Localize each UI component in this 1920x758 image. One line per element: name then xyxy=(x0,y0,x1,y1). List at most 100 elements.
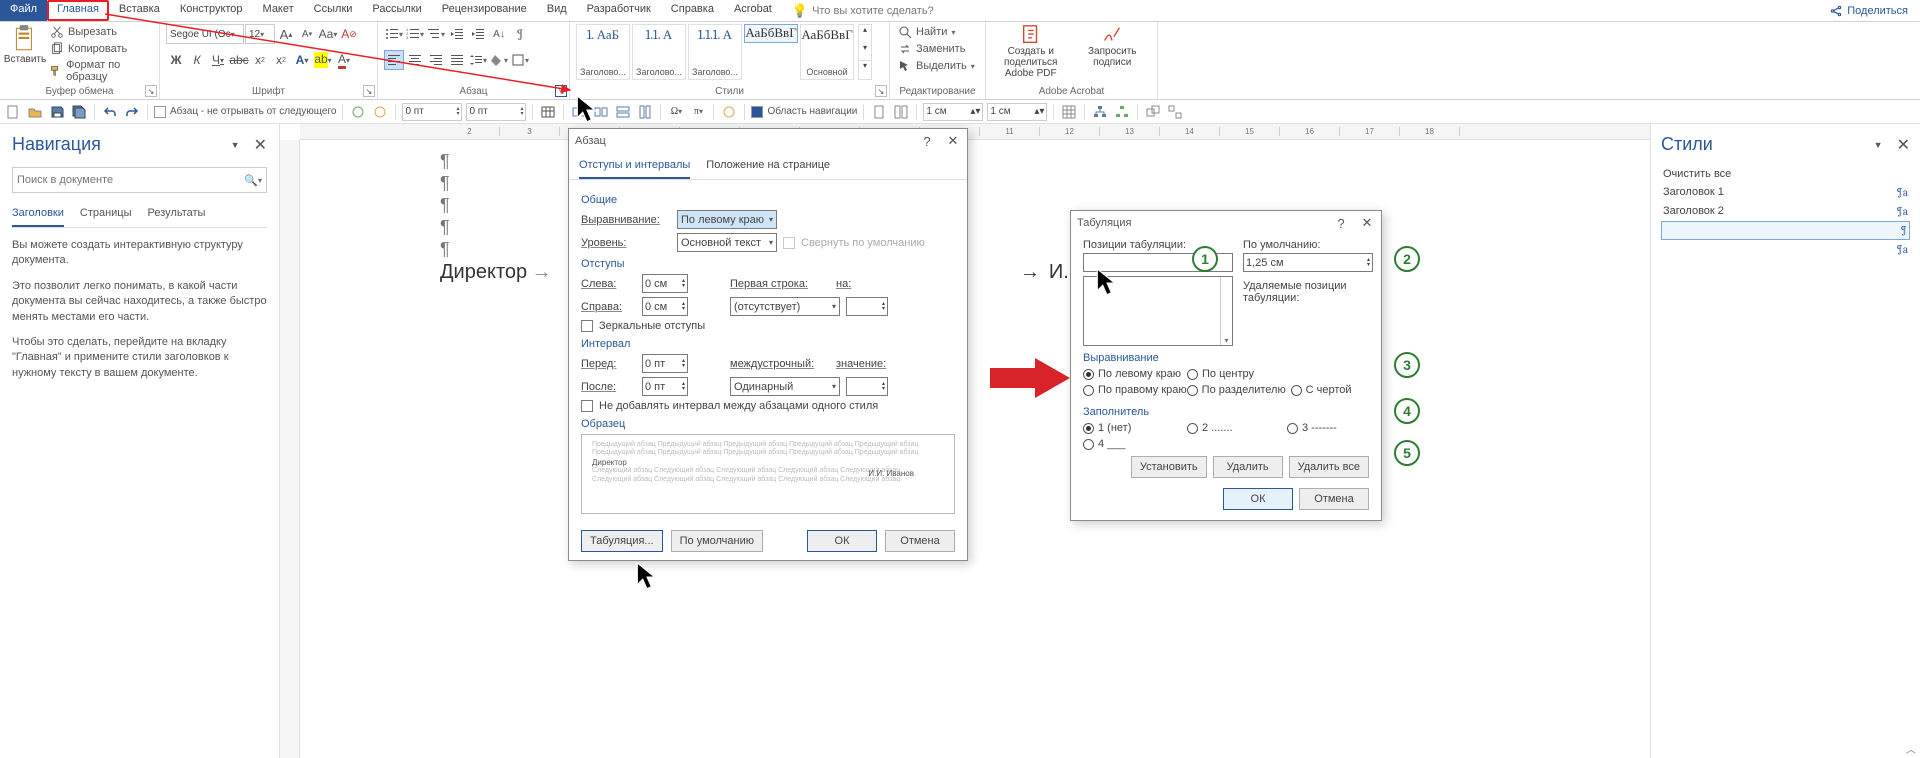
nav-close-icon[interactable]: ✕ xyxy=(254,135,267,155)
leader-1-radio[interactable]: 1 (нет) xyxy=(1083,422,1187,434)
search-icon[interactable]: 🔍 xyxy=(244,174,258,187)
list-scroll-icon[interactable]: ▾ xyxy=(1220,277,1232,345)
align-center-radio[interactable]: По центру xyxy=(1187,368,1287,380)
select-button[interactable]: Выделить▾ xyxy=(896,58,977,74)
table-icon[interactable] xyxy=(539,103,557,121)
nav-options-icon[interactable]: ▼ xyxy=(231,140,240,150)
horizontal-ruler[interactable]: 2345 6789 10111213 1415161718 xyxy=(300,124,1650,140)
circle2-icon[interactable] xyxy=(720,103,738,121)
insert-cols-icon[interactable] xyxy=(636,103,654,121)
leader-2-radio[interactable]: 2 ....... xyxy=(1187,422,1287,434)
nav-search-input[interactable] xyxy=(17,174,244,186)
align-bar-radio[interactable]: С чертой xyxy=(1291,384,1352,396)
request-sign-button[interactable]: Запроситьподписи xyxy=(1074,24,1152,68)
paragraph-close-icon[interactable]: ✕ xyxy=(945,133,961,149)
style-h1[interactable]: Заголовок 1¶a xyxy=(1661,183,1910,202)
line-spacing-value[interactable]: ▴▾ xyxy=(846,377,888,396)
space-after[interactable]: 0 пт▴▾ xyxy=(642,377,688,396)
keep-with-next-checkbox[interactable] xyxy=(154,106,166,118)
gridlines-icon[interactable] xyxy=(1060,103,1078,121)
styles-gallery[interactable]: 1. АаБЗаголово... 1.1. АЗаголово... 1.1.… xyxy=(576,24,854,80)
file-tab[interactable]: Файл xyxy=(0,0,47,21)
para-cancel-button[interactable]: Отмена xyxy=(885,530,955,552)
hierarchy1-icon[interactable] xyxy=(1091,103,1109,121)
tell-me[interactable]: 💡 Что вы хотите сделать? xyxy=(782,0,944,21)
style-selected[interactable]: ¶ xyxy=(1661,221,1910,240)
share-button[interactable]: Поделиться xyxy=(1829,0,1920,21)
align-decimal-radio[interactable]: По разделителю xyxy=(1187,384,1291,396)
ungroup-icon[interactable] xyxy=(1166,103,1184,121)
align-left-radio[interactable]: По левому краю xyxy=(1083,368,1187,380)
circle-orange-icon[interactable] xyxy=(371,103,389,121)
styles-title: Стили xyxy=(1661,134,1713,155)
tabs-ok-button[interactable]: ОК xyxy=(1223,488,1293,510)
no-add-space-checkbox[interactable] xyxy=(581,400,593,412)
gallery-more-icon[interactable]: ▾ xyxy=(859,60,871,79)
nav-tab-pages[interactable]: Страницы xyxy=(80,207,132,227)
styles-close-icon[interactable]: ✕ xyxy=(1897,135,1910,155)
hierarchy2-icon[interactable] xyxy=(1113,103,1131,121)
tabs-help-icon[interactable]: ? xyxy=(1333,216,1349,231)
paragraph-help-icon[interactable]: ? xyxy=(919,134,935,149)
help-tab[interactable]: Справка xyxy=(661,0,724,21)
indent-left-spin[interactable]: 1 см▴▾ xyxy=(923,103,983,121)
save-all-icon[interactable] xyxy=(70,103,88,121)
redo-icon[interactable] xyxy=(123,103,141,121)
first-line-value[interactable]: ▴▾ xyxy=(846,297,888,316)
leader-4-radio[interactable]: 4 ___ xyxy=(1083,438,1187,450)
styles-options-icon[interactable]: ▼ xyxy=(1874,140,1883,150)
alignment-combo[interactable]: По левому краю▾ xyxy=(677,210,777,229)
omega-icon[interactable]: Ω▾ xyxy=(667,103,685,121)
open-icon[interactable] xyxy=(26,103,44,121)
first-line-combo[interactable]: (отсутствует)▾ xyxy=(730,297,840,316)
line-spacing-combo[interactable]: Одинарный▾ xyxy=(730,377,840,396)
insert-rows-icon[interactable] xyxy=(614,103,632,121)
tabs-close-icon[interactable]: ✕ xyxy=(1359,215,1375,231)
style-clear[interactable]: Очистить все xyxy=(1661,165,1910,183)
leader-3-radio[interactable]: 3 ------- xyxy=(1287,422,1337,434)
vertical-ruler[interactable] xyxy=(280,140,300,758)
styles-launcher[interactable]: ↘ xyxy=(875,85,887,97)
nav-tab-results[interactable]: Результаты xyxy=(148,207,206,227)
thumb1-icon[interactable] xyxy=(870,103,888,121)
undo-icon[interactable] xyxy=(101,103,119,121)
tab-delete-button[interactable]: Удалить xyxy=(1213,456,1283,478)
space-before[interactable]: 0 пт▴▾ xyxy=(642,354,688,373)
gallery-up-icon[interactable]: ▴ xyxy=(859,25,871,43)
create-pdf-button[interactable]: Создать и поделитьсяAdobe PDF xyxy=(992,24,1070,79)
para-tab-indents[interactable]: Отступы и интервалы xyxy=(579,153,690,179)
indent-right[interactable]: 0 см▴▾ xyxy=(642,297,688,316)
tabs-button[interactable]: Табуляция... xyxy=(581,530,663,552)
tab-set-button[interactable]: Установить xyxy=(1131,456,1207,478)
tabs-cancel-button[interactable]: Отмена xyxy=(1299,488,1369,510)
gallery-down-icon[interactable]: ▾ xyxy=(859,43,871,61)
circle-green-icon[interactable] xyxy=(349,103,367,121)
pi-icon[interactable]: π▾ xyxy=(689,103,707,121)
tabs-dialog: Табуляция ? ✕ Позиции табуляции: ▾ По ум… xyxy=(1070,210,1382,521)
acrobat-tab[interactable]: Acrobat xyxy=(724,0,782,21)
style-h2[interactable]: Заголовок 2¶a xyxy=(1661,202,1910,221)
para-tab-page[interactable]: Положение на странице xyxy=(706,153,830,179)
nav-tab-headings[interactable]: Заголовки xyxy=(12,207,64,227)
mirror-indent-checkbox[interactable] xyxy=(581,320,593,332)
default-button[interactable]: По умолчанию xyxy=(671,530,763,552)
nav-pane-checkbox[interactable] xyxy=(751,106,763,118)
level-combo[interactable]: Основной текст▾ xyxy=(677,233,777,252)
default-tab-spin[interactable]: 1,25 см▴▾ xyxy=(1243,253,1373,272)
paste-button[interactable]: Вставить xyxy=(6,24,44,65)
indent-right-spin[interactable]: 1 см▴▾ xyxy=(987,103,1047,121)
indent-left[interactable]: 0 см▴▾ xyxy=(642,274,688,293)
align-right-radio[interactable]: По правому краю xyxy=(1083,384,1187,396)
group-icon[interactable] xyxy=(1144,103,1162,121)
find-button[interactable]: Найти▾ xyxy=(896,24,977,40)
nav-tabs: Заголовки Страницы Результаты xyxy=(12,207,267,228)
replace-button[interactable]: Заменить xyxy=(896,41,977,57)
thumb2-icon[interactable] xyxy=(892,103,910,121)
new-doc-icon[interactable] xyxy=(4,103,22,121)
save-icon[interactable] xyxy=(48,103,66,121)
style-extra[interactable]: ¶a xyxy=(1661,240,1910,259)
spacing-after-spin[interactable]: 0 пт▴▾ xyxy=(466,103,526,121)
para-ok-button[interactable]: ОК xyxy=(807,530,877,552)
tab-deleteall-button[interactable]: Удалить все xyxy=(1289,456,1369,478)
spacing-before-spin[interactable]: 0 пт▴▾ xyxy=(402,103,462,121)
